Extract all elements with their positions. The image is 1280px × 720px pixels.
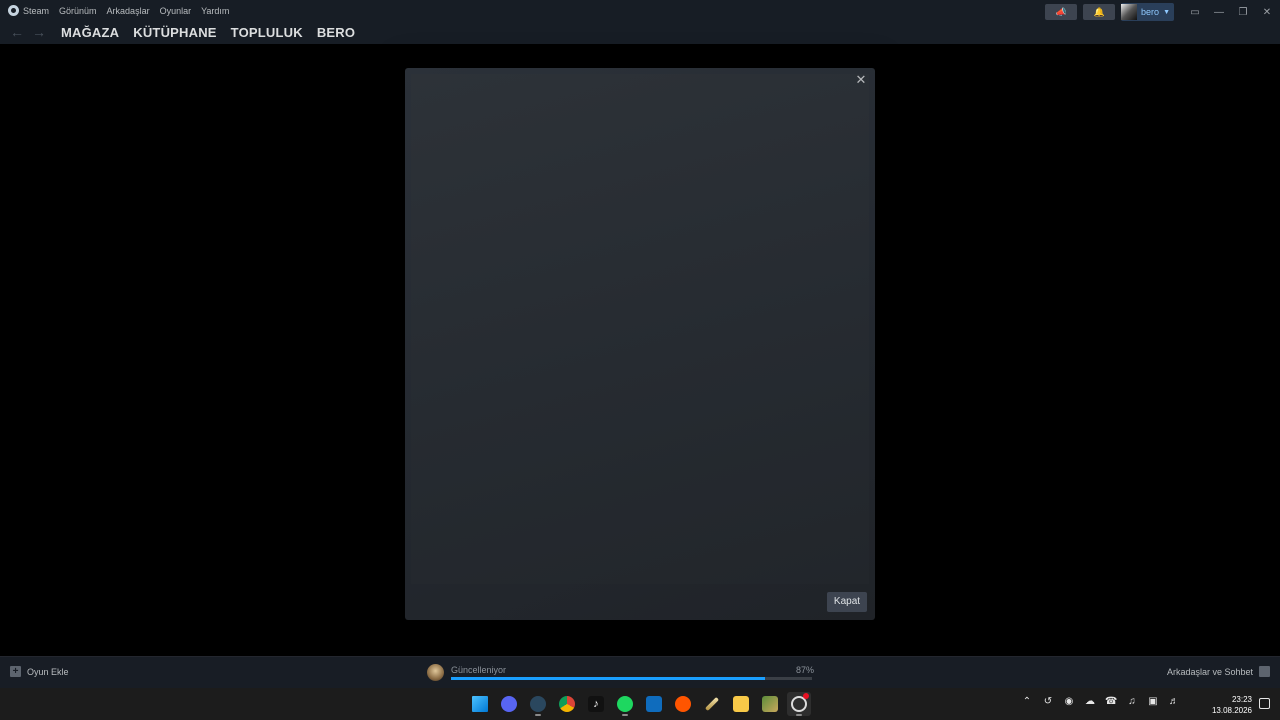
network-icon[interactable]: ▣ xyxy=(1147,696,1159,708)
microphone-icon[interactable]: ♫ xyxy=(1126,696,1138,708)
app-icon xyxy=(762,696,778,712)
system-tray: ⌃ ↺ ◉ ☁ ☎ ♫ ▣ ♬ xyxy=(1021,696,1180,708)
nav-community[interactable]: TOPLULUK xyxy=(231,25,303,40)
tray-shield-icon[interactable]: ◉ xyxy=(1063,696,1075,708)
notification-center-icon[interactable] xyxy=(1259,698,1270,709)
status-bar: + Oyun Ekle Güncelleniyor 87% Arkadaşlar… xyxy=(0,656,1280,688)
download-game-icon[interactable] xyxy=(427,664,444,681)
download-progress-fill xyxy=(451,677,766,680)
taskbar-file-explorer[interactable] xyxy=(729,692,753,716)
spotify-icon xyxy=(617,696,633,712)
menu-games[interactable]: Oyunlar xyxy=(160,6,192,16)
chevron-up-icon[interactable]: ⌃ xyxy=(1021,696,1033,708)
restore-icon[interactable]: ❐ xyxy=(1232,4,1254,20)
chrome-icon xyxy=(559,696,575,712)
friends-chat-label: Arkadaşlar ve Sohbet xyxy=(1166,666,1253,677)
taskbar-tiktok[interactable]: ♪ xyxy=(584,692,608,716)
main-nav: MAĞAZA KÜTÜPHANE TOPLULUK BERO xyxy=(61,25,355,40)
soundcloud-icon xyxy=(675,696,691,712)
close-button[interactable]: Kapat xyxy=(827,592,867,612)
minimize-icon[interactable]: — xyxy=(1208,4,1230,20)
taskbar-chrome[interactable] xyxy=(555,692,579,716)
taskbar-spotify[interactable] xyxy=(613,692,637,716)
back-arrow-icon[interactable]: ← xyxy=(8,23,26,41)
windows-taskbar: ♪ ⌃ ↺ ◉ ☁ ☎ ♫ ▣ ♬ 23:23 13.08.2026 xyxy=(0,688,1280,720)
clock-date: 13.08.2026 xyxy=(1211,706,1252,715)
avatar xyxy=(1121,4,1138,20)
running-indicator xyxy=(622,714,628,716)
big-picture-icon[interactable]: ▭ xyxy=(1184,4,1206,20)
taskbar-steam[interactable] xyxy=(526,692,550,716)
modal-dialog: ✕ Kapat xyxy=(405,68,875,620)
taskbar-mail[interactable] xyxy=(642,692,666,716)
menu-friends[interactable]: Arkadaşlar xyxy=(107,6,150,16)
menu-steam[interactable]: Steam xyxy=(8,5,49,16)
top-right-controls: 📣 🔔 bero ▼ ▭ — ❐ ✕ xyxy=(1045,3,1280,21)
tray-app-icon[interactable]: ↺ xyxy=(1042,696,1054,708)
notifications-button[interactable]: 🔔 xyxy=(1083,4,1116,20)
taskbar-soundcloud[interactable] xyxy=(671,692,695,716)
pen-icon xyxy=(704,696,720,712)
discord-icon xyxy=(501,696,517,712)
steam-logo-icon xyxy=(8,5,19,16)
menu-help[interactable]: Yardım xyxy=(201,6,229,16)
volume-icon[interactable]: ♬ xyxy=(1168,696,1180,708)
menu-bar: Steam Görünüm Arkadaşlar Oyunlar Yardım xyxy=(8,5,229,16)
nav-store[interactable]: MAĞAZA xyxy=(61,25,119,40)
modal-content xyxy=(411,74,869,584)
megaphone-icon: 📣 xyxy=(1055,6,1067,17)
download-percent: 87% xyxy=(796,665,815,675)
taskbar-ring-app[interactable] xyxy=(787,692,811,716)
taskbar-discord[interactable] xyxy=(497,692,521,716)
add-game-label: Oyun Ekle xyxy=(27,666,69,677)
running-indicator xyxy=(535,714,541,716)
clock-time: 23:23 xyxy=(1231,695,1252,704)
notification-dot xyxy=(803,693,809,699)
tray-headset-icon[interactable]: ☎ xyxy=(1105,696,1117,708)
nav-profile[interactable]: BERO xyxy=(317,25,355,40)
taskbar-pen[interactable] xyxy=(700,692,724,716)
tiktok-icon: ♪ xyxy=(588,696,604,712)
windows-start-icon xyxy=(472,696,488,712)
tray-cloud-icon[interactable]: ☁ xyxy=(1084,696,1096,708)
forward-arrow-icon[interactable]: → xyxy=(30,23,48,41)
clock[interactable]: 23:23 13.08.2026 xyxy=(1212,694,1252,716)
steam-window: Steam Görünüm Arkadaşlar Oyunlar Yardım … xyxy=(0,0,1280,688)
menu-view[interactable]: Görünüm xyxy=(59,6,97,16)
bell-icon: 🔔 xyxy=(1093,6,1105,17)
download-progress-bar xyxy=(451,677,812,680)
close-window-icon[interactable]: ✕ xyxy=(1256,4,1278,20)
plus-icon: + xyxy=(10,666,21,677)
user-name: bero xyxy=(1141,7,1160,17)
mail-icon xyxy=(646,696,662,712)
download-status[interactable]: Güncelleniyor xyxy=(451,665,506,675)
close-icon[interactable]: ✕ xyxy=(853,72,869,88)
nav-library[interactable]: KÜTÜPHANE xyxy=(133,25,216,40)
title-bar: Steam Görünüm Arkadaşlar Oyunlar Yardım … xyxy=(0,0,1280,44)
chevron-down-icon: ▼ xyxy=(1163,8,1170,16)
start-button[interactable] xyxy=(468,692,492,716)
steam-icon xyxy=(530,696,546,712)
add-game-button[interactable]: + Oyun Ekle xyxy=(10,666,69,677)
running-indicator xyxy=(796,714,802,716)
announcements-button[interactable]: 📣 xyxy=(1045,4,1078,20)
taskbar-apps: ♪ xyxy=(468,692,811,716)
chat-icon xyxy=(1259,666,1270,677)
file-explorer-icon xyxy=(733,696,749,712)
friends-chat-button[interactable]: Arkadaşlar ve Sohbet xyxy=(1167,666,1270,677)
taskbar-app[interactable] xyxy=(758,692,782,716)
user-menu[interactable]: bero ▼ xyxy=(1121,3,1174,21)
nav-row: ← → MAĞAZA KÜTÜPHANE TOPLULUK BERO xyxy=(8,23,355,41)
